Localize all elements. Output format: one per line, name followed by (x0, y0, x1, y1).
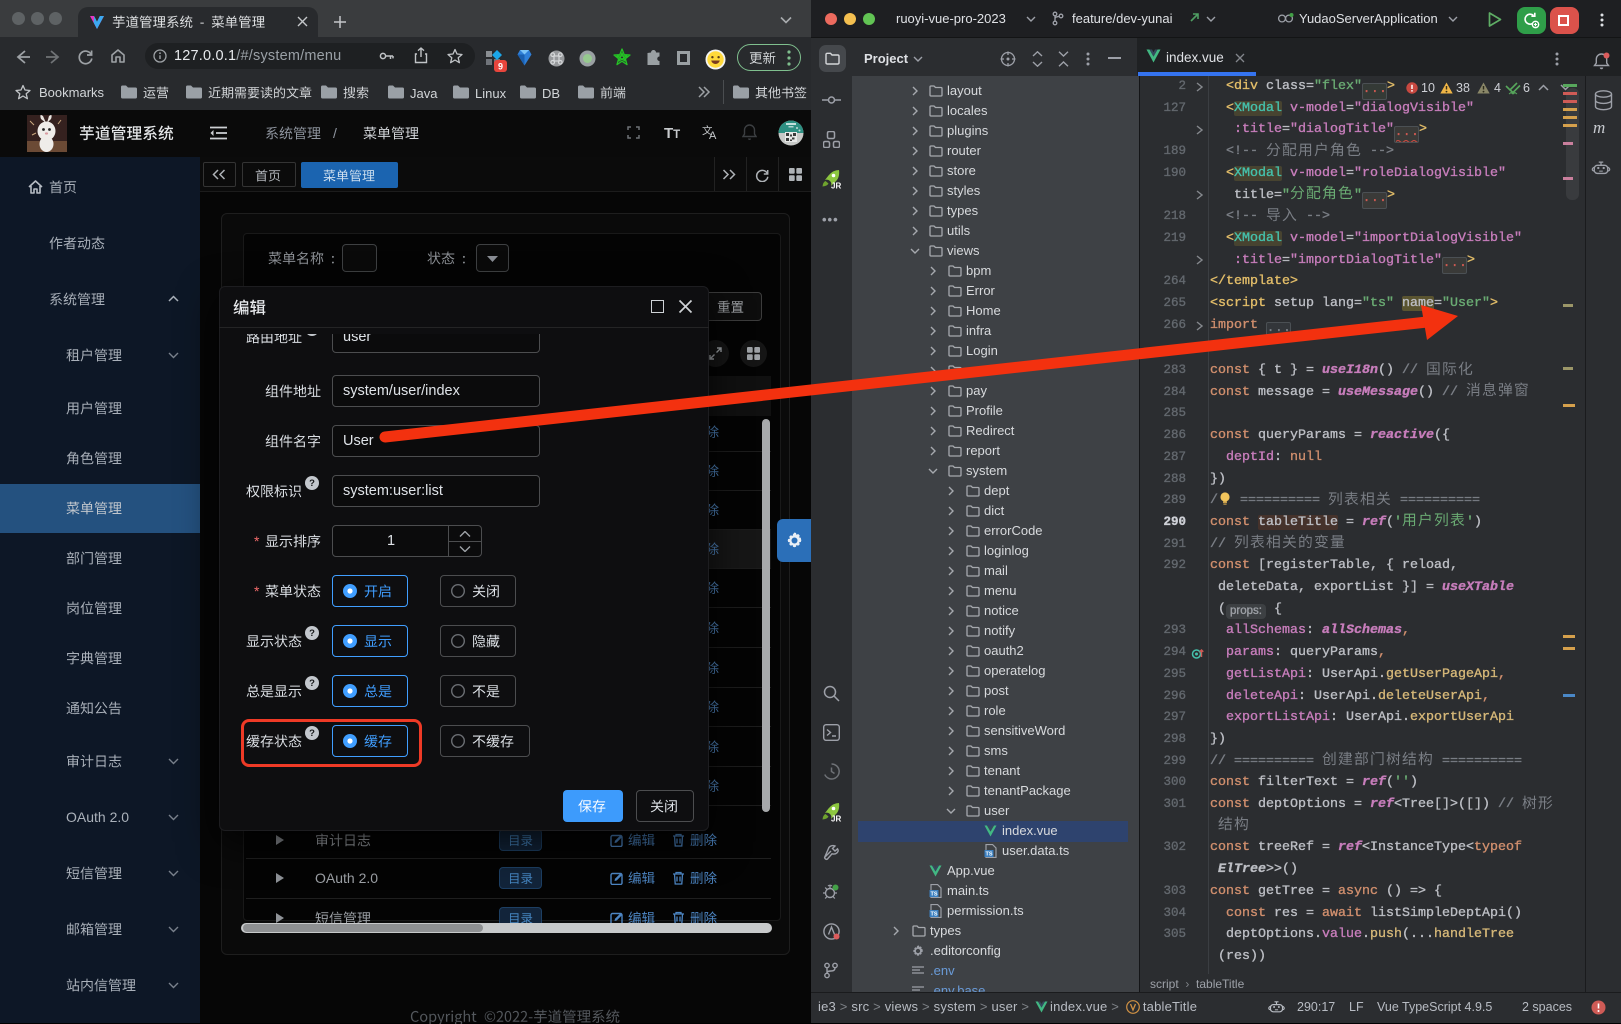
svg-text:?: ? (309, 678, 315, 689)
svg-text:TS: TS (985, 852, 992, 858)
svg-text:?: ? (309, 478, 315, 489)
svg-text:JR: JR (831, 182, 841, 191)
svg-text:TS: TS (930, 892, 937, 898)
svg-text:TS: TS (930, 912, 937, 918)
svg-text:?: ? (309, 334, 315, 335)
svg-text:?: ? (309, 628, 315, 639)
svg-text:9: 9 (498, 62, 503, 72)
svg-text:JR: JR (831, 815, 841, 824)
